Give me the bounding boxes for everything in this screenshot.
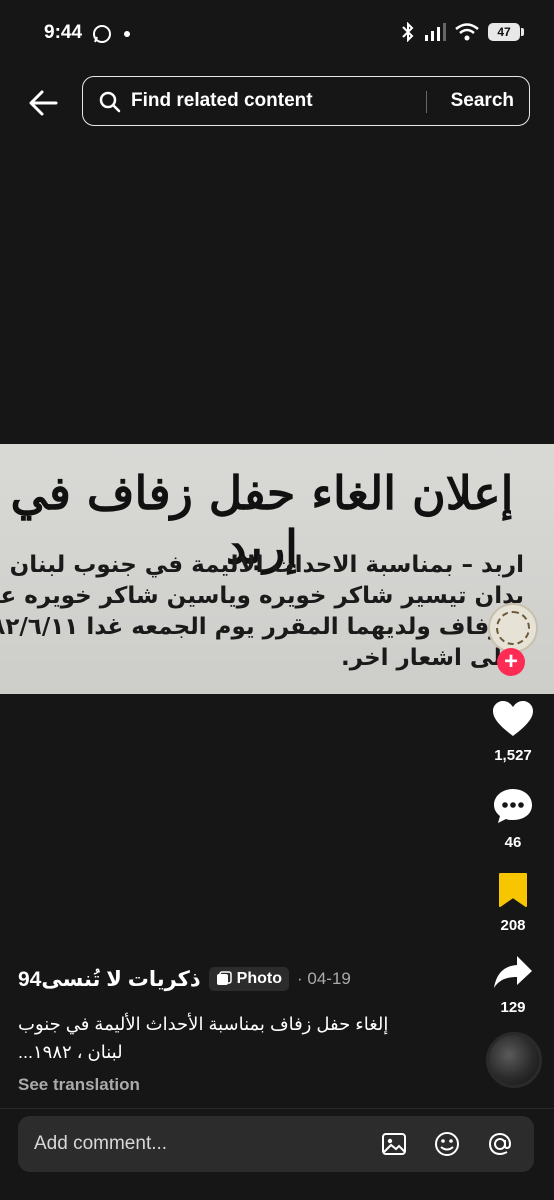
status-right-icons: 47 [401, 22, 524, 42]
photo-badge-label: Photo [236, 970, 282, 987]
comment-bar[interactable]: Add comment... [18, 1116, 534, 1172]
creator-avatar[interactable] [488, 603, 538, 653]
share-action[interactable]: 129 [482, 954, 544, 1016]
share-icon[interactable] [493, 954, 533, 990]
follow-button[interactable]: + [497, 648, 525, 676]
photo-line: والى اشعار اخر. [341, 645, 524, 671]
bluetooth-icon [402, 22, 414, 42]
heart-icon[interactable] [492, 700, 534, 738]
username[interactable]: ذكريات لا تُنسى94 [18, 967, 201, 992]
caption-line: لبنان ، ١٩٨٢... [18, 1042, 123, 1062]
whatsapp-icon [93, 25, 111, 43]
comment-icon[interactable] [493, 787, 533, 825]
photo-body-text: اربد – بمناسبة الاحداث الاليمة في جنوب ل… [0, 550, 524, 674]
save-action[interactable]: 208 [482, 872, 544, 934]
search-input[interactable]: Find related content [131, 90, 313, 112]
share-count: 129 [500, 999, 526, 1016]
battery-indicator: 47 [488, 23, 524, 41]
search-divider [426, 91, 427, 113]
music-disc[interactable] [486, 1032, 542, 1088]
save-count: 208 [500, 917, 526, 934]
divider [0, 1108, 554, 1109]
signal-icon [425, 23, 446, 41]
photo-badge: Photo [208, 967, 289, 991]
photo-line: اربد – بمناسبة الاحداث الاليمة في جنوب ل… [0, 552, 524, 578]
caption-line: إلغاء حفل زفاف بمناسبة الأحداث الأليمة ف… [18, 1014, 389, 1034]
wifi-icon [455, 23, 479, 41]
image-icon[interactable] [380, 1130, 408, 1158]
emoji-icon[interactable] [433, 1130, 461, 1158]
see-translation-link[interactable]: See translation [18, 1075, 140, 1095]
bookmark-icon[interactable] [497, 872, 529, 908]
back-arrow-icon[interactable] [26, 85, 62, 121]
search-bar[interactable]: Find related content Search [82, 76, 530, 126]
comment-count: 46 [504, 834, 522, 851]
search-button[interactable]: Search [451, 90, 514, 112]
photo-line: يدان تيسير شاكر خويره وياسين شاكر خويره … [0, 583, 524, 609]
photo-line: ة زفاف ولديهما المقرر يوم الجمعه غدا ١٩٨… [0, 614, 524, 640]
post-date: · 04-19 [297, 969, 351, 988]
photo-mode-icon [216, 971, 232, 985]
top-bar: Find related content Search [0, 76, 554, 130]
post-meta: ذكريات لا تُنسى94 Photo · 04-19 [18, 964, 478, 994]
post-photo[interactable]: إعلان الغاء حفل زفاف في إربد اربد – بمنا… [0, 444, 554, 694]
mention-icon[interactable] [486, 1130, 514, 1158]
like-action[interactable]: 1,527 [482, 700, 544, 764]
avatar-stamp-ring [496, 611, 530, 645]
comment-input[interactable]: Add comment... [34, 1133, 167, 1155]
more-dots-icon [124, 31, 130, 37]
status-time: 9:44 [44, 22, 83, 43]
like-count: 1,527 [494, 747, 532, 764]
status-left-icons [92, 24, 134, 44]
status-bar: 9:44 47 [0, 0, 554, 70]
comment-action[interactable]: 46 [482, 787, 544, 851]
post-caption[interactable]: إلغاء حفل زفاف بمناسبة الأحداث الأليمة ف… [18, 1010, 458, 1066]
search-icon [99, 91, 121, 113]
